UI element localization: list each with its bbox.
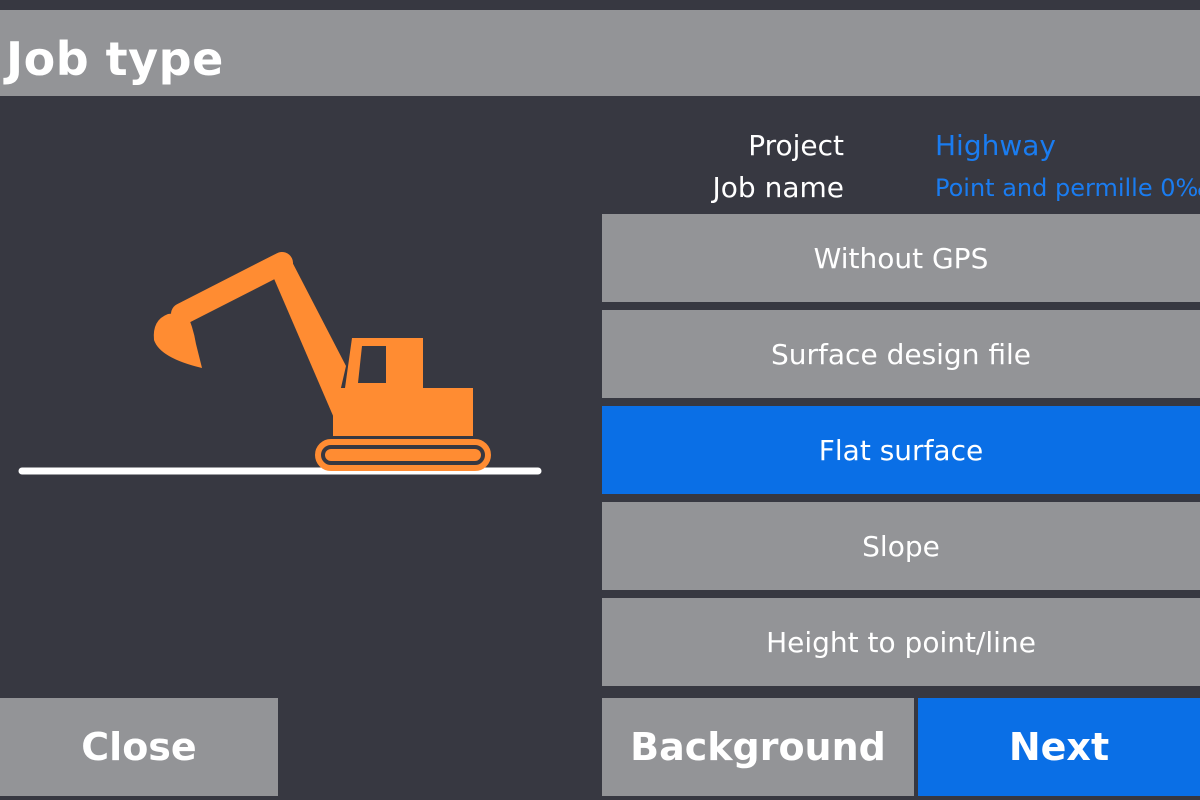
cab-window: [358, 346, 386, 383]
project-value: Highway: [935, 129, 1056, 162]
excavator-icon: [18, 252, 542, 475]
option-surface-design-file[interactable]: Surface design file: [602, 310, 1200, 398]
job-name-value: Point and permille 0‰: [935, 174, 1200, 202]
job-type-options: Without GPS Surface design file Flat sur…: [602, 214, 1200, 694]
excavator-illustration: [0, 96, 580, 596]
next-button[interactable]: Next: [918, 698, 1200, 796]
background-button[interactable]: Background: [602, 698, 914, 796]
option-slope[interactable]: Slope: [602, 502, 1200, 590]
excavator-bucket: [153, 312, 202, 368]
excavator-boom: [272, 254, 346, 418]
option-flat-surface[interactable]: Flat surface: [602, 406, 1200, 494]
project-label: Project: [748, 129, 844, 162]
job-name-label: Job name: [712, 171, 844, 204]
header-bar: Job type: [0, 10, 1200, 96]
close-button[interactable]: Close: [0, 698, 278, 796]
excavator-body: [333, 388, 473, 436]
option-without-gps[interactable]: Without GPS: [602, 214, 1200, 302]
option-height-to-point-line[interactable]: Height to point/line: [602, 598, 1200, 686]
page-title: Job type: [6, 32, 224, 86]
excavator-arm: [171, 252, 293, 325]
